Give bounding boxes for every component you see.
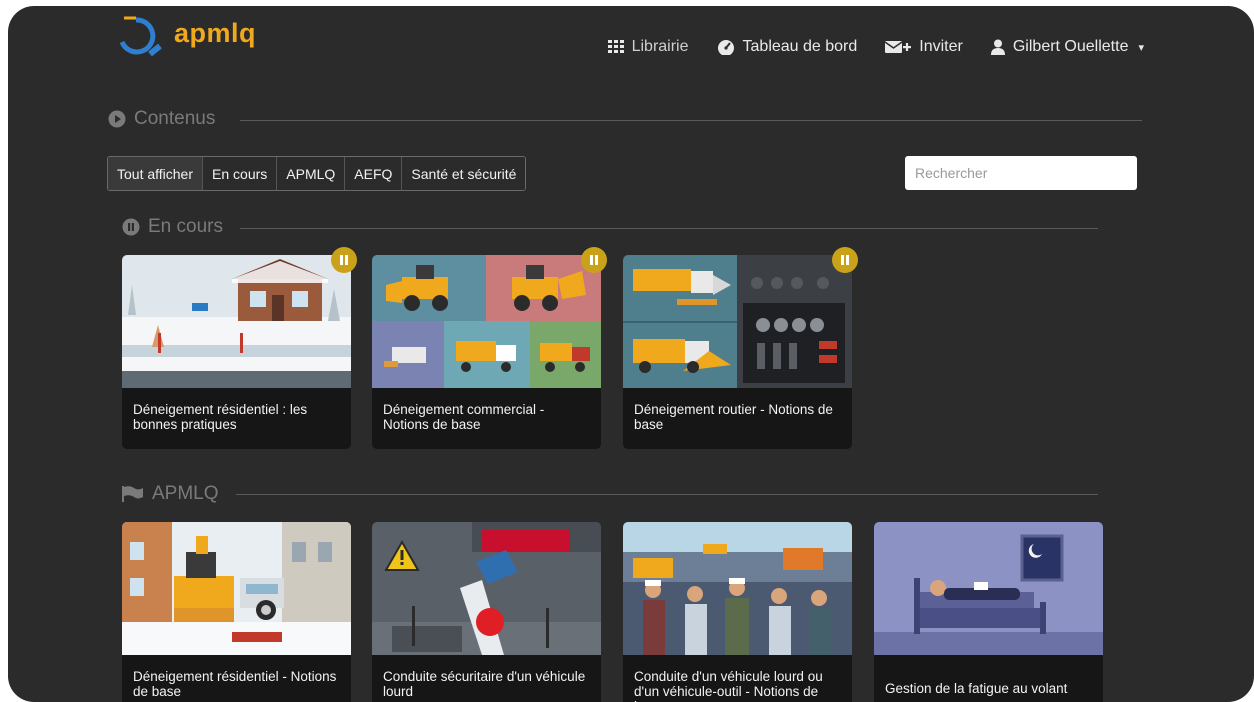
course-card[interactable]: Conduite sécuritaire d'un véhicule lourd — [372, 522, 601, 702]
pause-icon — [841, 255, 849, 265]
filter-in-progress[interactable]: En cours — [203, 157, 278, 190]
nav-user-label: Gilbert Ouellette — [1012, 38, 1129, 55]
course-card[interactable]: Déneigement résidentiel - Notions de bas… — [122, 522, 351, 702]
card-thumbnail-commercial — [372, 255, 601, 388]
in-progress-badge — [581, 247, 607, 273]
course-card[interactable]: Déneigement commercial - Notions de base — [372, 247, 607, 449]
nav-user-menu[interactable]: Gilbert Ouellette ▾ — [990, 38, 1144, 56]
card-thumbnail-residential — [122, 255, 351, 388]
pause-icon — [340, 255, 348, 265]
brand-name: apmlq — [174, 18, 257, 48]
filter-health-safety[interactable]: Santé et sécurité — [402, 157, 526, 190]
card-thumbnail-fatigue — [874, 522, 1103, 655]
play-circle-icon — [108, 110, 126, 128]
section-divider — [240, 228, 1098, 229]
top-nav: Librairie Tableau de bord Inviter Gilber… — [607, 38, 1144, 56]
course-card[interactable]: Déneigement routier - Notions de base — [623, 247, 858, 449]
nav-dashboard[interactable]: Tableau de bord — [717, 38, 858, 56]
section-divider — [240, 120, 1142, 121]
card-title: Déneigement résidentiel : les bonnes pra… — [133, 402, 308, 432]
filter-aefq[interactable]: AEFQ — [345, 157, 403, 190]
card-title: Conduite sécuritaire d'un véhicule lourd — [383, 669, 586, 699]
filter-group: Tout afficher En cours APMLQ AEFQ Santé … — [107, 156, 527, 191]
logo-mark-icon — [119, 16, 162, 57]
course-card[interactable]: Déneigement résidentiel : les bonnes pra… — [122, 247, 357, 449]
section-contents: Contenus — [108, 108, 215, 130]
nav-library-label: Librairie — [631, 38, 689, 55]
card-thumbnail-workers — [623, 522, 852, 655]
card-title: Gestion de la fatigue au volant — [885, 681, 1068, 696]
section-divider — [236, 494, 1098, 495]
course-card[interactable]: Gestion de la fatigue au volant — [874, 522, 1103, 702]
course-card[interactable]: Conduite d'un véhicule lourd ou d'un véh… — [623, 522, 852, 702]
section-apmlq-label: APMLQ — [152, 483, 219, 504]
pause-icon — [590, 255, 598, 265]
app-frame: apmlq Librairie Tableau de bord Inviter … — [8, 6, 1254, 702]
card-thumbnail-residential-basics — [122, 522, 351, 655]
card-title: Conduite d'un véhicule lourd ou d'un véh… — [634, 669, 823, 702]
section-contents-label: Contenus — [134, 108, 216, 129]
card-title: Déneigement routier - Notions de base — [634, 402, 833, 432]
dashboard-gauge-icon — [717, 40, 734, 55]
caret-down-icon: ▾ — [1138, 41, 1144, 54]
card-thumbnail-road — [623, 255, 852, 388]
card-thumbnail-heavy-vehicle — [372, 522, 601, 655]
nav-invite[interactable]: Inviter — [885, 38, 963, 56]
section-in-progress: En cours — [122, 216, 223, 238]
in-progress-badge — [832, 247, 858, 273]
nav-invite-label: Inviter — [919, 38, 963, 55]
section-apmlq: APMLQ — [122, 483, 219, 505]
in-progress-badge — [331, 247, 357, 273]
user-icon — [990, 39, 1005, 55]
card-title: Déneigement commercial - Notions de base — [383, 402, 545, 432]
card-title: Déneigement résidentiel - Notions de bas… — [133, 669, 337, 699]
search-input[interactable] — [905, 156, 1137, 190]
grid-icon — [607, 40, 624, 53]
nav-dashboard-label: Tableau de bord — [742, 38, 858, 55]
section-in-progress-label: En cours — [148, 216, 223, 237]
filter-all[interactable]: Tout afficher — [108, 157, 204, 190]
flag-icon — [122, 486, 143, 502]
invite-envelope-plus-icon — [885, 41, 912, 53]
pause-circle-icon — [122, 218, 140, 236]
filter-apmlq[interactable]: APMLQ — [277, 157, 346, 190]
nav-library[interactable]: Librairie — [607, 38, 689, 56]
logo[interactable]: apmlq — [114, 10, 274, 66]
